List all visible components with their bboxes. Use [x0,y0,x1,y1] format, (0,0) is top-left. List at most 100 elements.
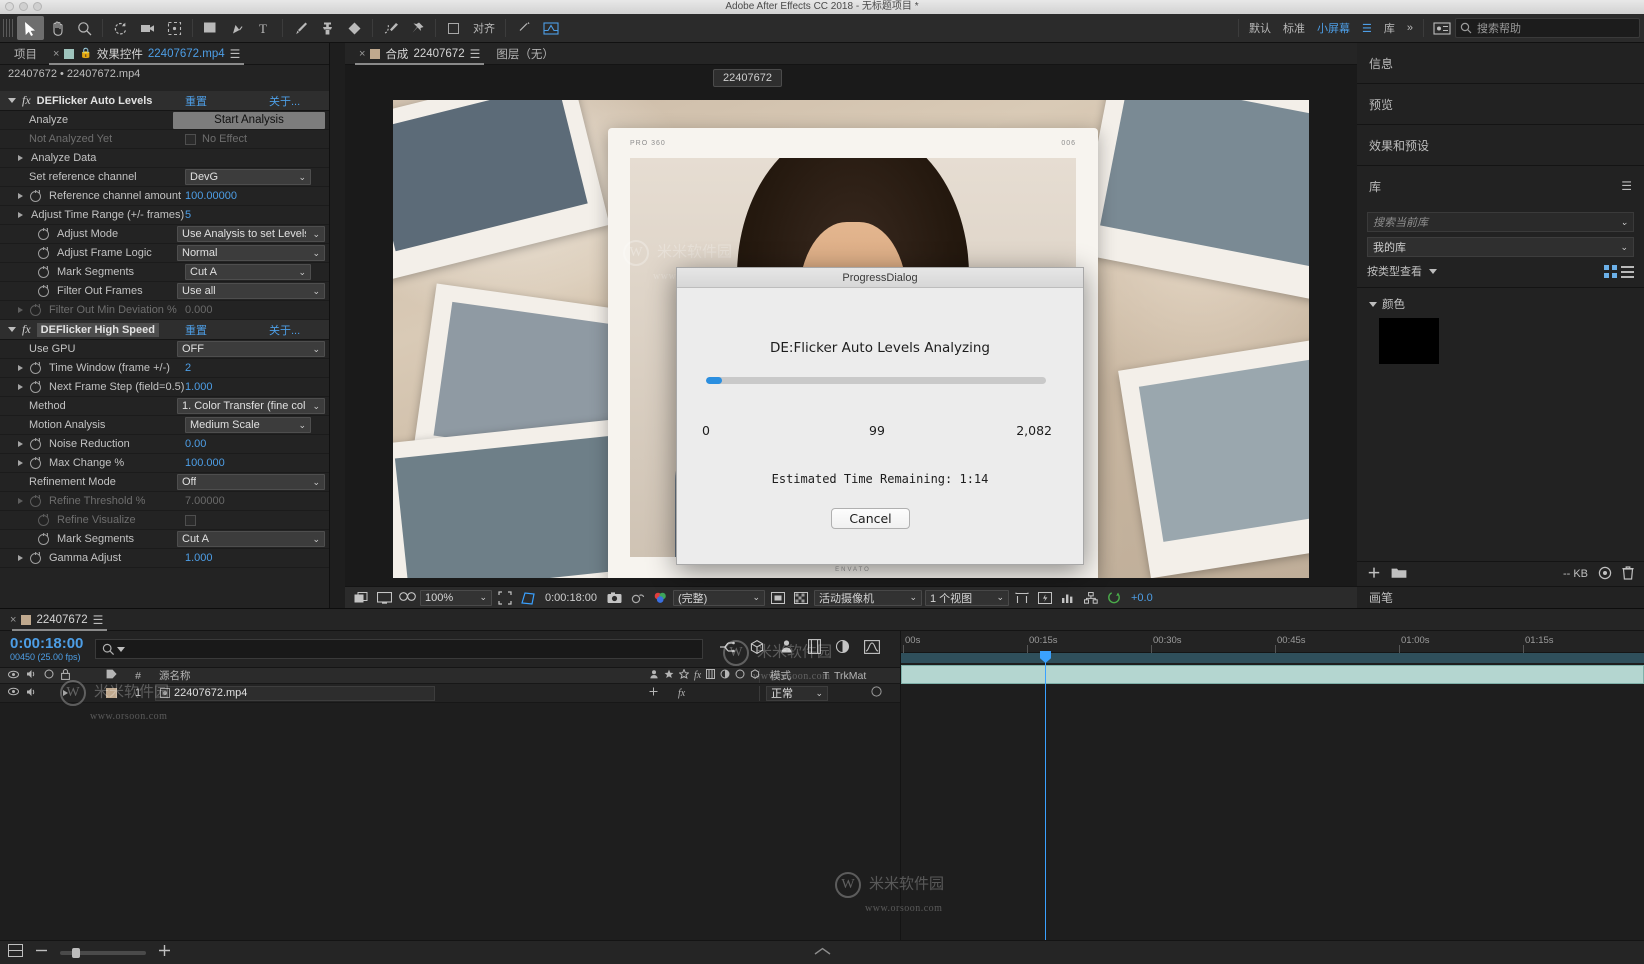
grid-view-icon[interactable] [1604,264,1617,278]
shy-icon[interactable] [649,669,659,682]
row-label-color[interactable] [105,688,117,698]
timeline-search-input[interactable] [95,639,703,659]
effect-property-row[interactable]: Noise Reduction 0.00 [0,435,329,454]
show-snapshot-icon[interactable] [627,589,647,607]
views-count-select[interactable]: 1 个视图 ⌄ [925,589,1009,606]
graph-tool-icon[interactable] [537,16,564,40]
library-search-input[interactable]: 搜索当前库 ⌄ [1367,212,1634,232]
property-value[interactable]: 100.00000 [185,190,237,202]
effect-property-row[interactable]: Motion Analysis Medium Scale ⌄ [0,416,329,435]
effect-property-row[interactable]: Refinement Mode Off ⌄ [0,473,329,492]
stopwatch-icon[interactable] [30,552,41,564]
snapping-tool-icon[interactable] [510,16,537,40]
property-value[interactable]: 1.000 [185,552,213,564]
lock-icon[interactable]: 🔒 [79,48,91,59]
effect-about-link[interactable]: 关于... [269,322,300,338]
camera-view-select[interactable]: 活动摄像机 ⌄ [814,589,922,606]
property-select[interactable]: DevG ⌄ [185,169,311,185]
preview-quality-icon[interactable] [768,589,788,607]
property-select[interactable]: Medium Scale ⌄ [185,417,311,433]
graph-editor-icon[interactable] [864,639,880,659]
transparency-toggle-icon[interactable] [791,589,811,607]
disclosure-triangle-icon[interactable] [18,307,23,313]
column-t[interactable]: T [818,670,834,682]
row-fx-icon[interactable]: fx [678,688,685,699]
property-select[interactable]: 1. Color Transfer (fine color ⌄ [177,398,325,414]
sync-status-icon[interactable] [1598,566,1612,583]
effect-property-row[interactable]: Next Frame Step (field=0.5) 1.000 [0,378,329,397]
workspace-default[interactable]: 默认 [1243,20,1277,36]
effect-property-row[interactable]: Refine Threshold % 7.00000 [0,492,329,511]
video-toggle-icon[interactable] [8,670,19,682]
effect-property-row[interactable]: Time Window (frame +/-) 2 [0,359,329,378]
stopwatch-icon[interactable] [30,190,41,202]
roto-brush-tool-icon[interactable] [377,16,404,40]
library-view-mode[interactable]: 按类型查看 [1367,263,1437,279]
effect-property-row[interactable]: Mark Segments Cut A ⌄ [0,263,329,282]
panel-menu-icon[interactable]: ☰ [1621,179,1632,193]
workspace-menu-icon[interactable]: ☰ [1356,22,1378,35]
chevron-down-icon[interactable]: ⌄ [312,401,320,412]
chevron-down-icon[interactable]: ⌄ [312,344,320,355]
column-mode[interactable]: 模式 [760,668,818,683]
effect-header[interactable]: fx DEFlicker Auto Levels 重置 关于... [0,91,329,111]
tab-effect-controls[interactable]: × 🔒 效果控件 22407672.mp4 ☰ [45,43,248,65]
row-shy-toggle[interactable] [649,687,658,699]
chevron-down-icon[interactable]: ⌄ [1620,217,1628,228]
panel-menu-icon[interactable]: ☰ [93,613,104,627]
chevron-down-icon[interactable] [117,646,125,652]
disclosure-triangle-icon[interactable] [18,193,23,199]
collapse-panel-icon[interactable] [814,943,831,961]
close-icon[interactable]: × [10,614,16,626]
region-of-interest-icon[interactable] [495,589,515,607]
stopwatch-icon[interactable] [38,247,49,259]
effect-property-row[interactable]: Refine Visualize [0,511,329,530]
library-select[interactable]: 我的库 ⌄ [1367,237,1634,257]
snapshot-icon[interactable] [604,589,624,607]
disclosure-triangle-icon[interactable] [8,98,16,103]
effect-header[interactable]: fx DEFlicker High Speed 重置 关于... [0,320,329,340]
row-trkmat-icon[interactable] [870,686,882,700]
disclosure-triangle-icon[interactable] [18,384,23,390]
workspace-standard[interactable]: 标准 [1277,20,1311,36]
composition-mini-flowchart-icon[interactable] [719,640,735,659]
clone-stamp-tool-icon[interactable] [314,16,341,40]
stopwatch-icon[interactable] [30,362,41,374]
puppet-pin-tool-icon[interactable] [404,16,431,40]
workspace-small-screen[interactable]: 小屏幕 [1311,20,1356,36]
stopwatch-icon[interactable] [30,381,41,393]
effect-property-row[interactable]: Reference channel amount 100.00000 [0,187,329,206]
draft-3d-icon[interactable] [749,639,765,659]
channel-rgb-icon[interactable] [650,589,670,607]
align-checkbox[interactable] [440,16,467,40]
property-value[interactable]: 1.000 [185,381,213,393]
cancel-button[interactable]: Cancel [831,508,910,529]
start-analysis-button[interactable]: Start Analysis [173,111,325,129]
tab-timeline-comp[interactable]: × 22407672 ☰ [8,609,111,631]
pen-tool-icon[interactable] [224,16,251,40]
effect-property-row[interactable]: Filter Out Frames Use all ⌄ [0,282,329,301]
tab-layer[interactable]: 图层（无） [488,43,562,65]
column-source-name[interactable]: 源名称 [149,668,649,683]
stopwatch-icon[interactable] [30,438,41,450]
always-preview-icon[interactable] [351,589,371,607]
info-panel[interactable]: 信息 [1357,43,1644,84]
effect-about-link[interactable]: 关于... [269,93,300,109]
exposure-reset-icon[interactable] [1104,589,1124,607]
quality-icon[interactable] [678,668,690,682]
frame-blend-icon[interactable] [706,669,716,682]
motion-blur-icon[interactable] [720,669,730,682]
close-icon[interactable]: × [53,48,59,60]
lock-toggle-icon[interactable] [61,668,70,683]
rotation-tool-icon[interactable] [107,16,134,40]
resolution-select[interactable]: (完整) ⌄ [673,589,765,606]
layer-track[interactable] [901,665,1644,684]
property-select[interactable]: OFF ⌄ [177,341,325,357]
effect-property-row[interactable]: Analyze Data [0,149,329,168]
stopwatch-icon[interactable] [38,514,49,526]
stopwatch-icon[interactable] [38,266,49,278]
stopwatch-icon[interactable] [38,228,49,240]
frame-blending-icon[interactable] [808,639,821,659]
disclosure-triangle-icon[interactable] [1369,301,1377,307]
work-area-bar[interactable] [901,653,1644,663]
